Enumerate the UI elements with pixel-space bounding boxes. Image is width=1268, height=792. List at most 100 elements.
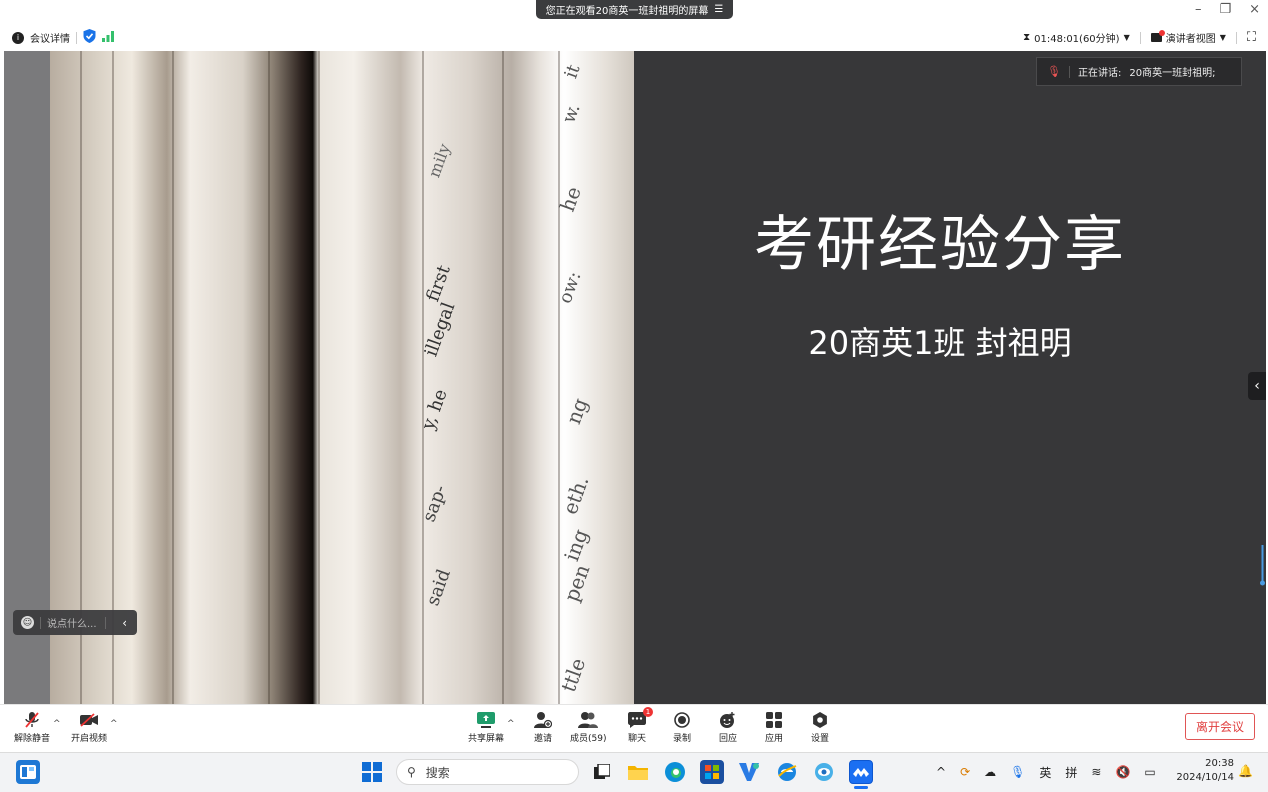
share-screen-icon <box>475 709 497 731</box>
slide-panel <box>634 51 1266 704</box>
battery-icon[interactable]: ▭ <box>1144 765 1155 779</box>
members-button[interactable]: 成员(59) <box>570 709 606 744</box>
app-icon[interactable] <box>812 760 836 784</box>
taskbar-search-box[interactable]: ⚲ 搜索 <box>396 759 579 785</box>
close-button[interactable]: × <box>1249 2 1260 17</box>
book-word: first <box>422 262 455 305</box>
wifi-icon[interactable]: ≋ <box>1091 765 1101 779</box>
page-edge <box>318 51 320 704</box>
notification-bell-icon[interactable]: 🔔 <box>1238 764 1253 778</box>
page-edge <box>268 51 270 704</box>
restore-button[interactable]: ❐ <box>1219 2 1231 17</box>
expand-panel-button[interactable]: ‹ <box>1248 372 1266 400</box>
chevron-up-icon[interactable]: ^ <box>936 765 946 779</box>
volume-muted-icon[interactable]: 🔇 <box>1115 765 1130 779</box>
book-word: mily <box>424 141 455 180</box>
quick-chat-input[interactable]: ☺ 说点什么... ‹ <box>13 610 137 635</box>
share-screen-label: 共享屏幕 <box>468 734 505 744</box>
slide-title: 考研经验分享 <box>754 210 1126 280</box>
meeting-details-link[interactable]: 会议详情 <box>30 30 70 45</box>
record-button[interactable]: 录制 <box>671 709 693 744</box>
file-explorer-icon[interactable] <box>626 760 650 784</box>
reaction-icon <box>717 709 739 731</box>
app-icon[interactable] <box>737 760 761 784</box>
windows-start-icon[interactable] <box>360 760 384 784</box>
emoji-icon[interactable]: ☺ <box>21 616 34 629</box>
share-screen-button[interactable]: 共享屏幕 <box>468 709 504 744</box>
list-icon[interactable]: ☰ <box>714 4 723 15</box>
taskbar-clock[interactable]: 20:38 2024/10/14 <box>1176 757 1234 785</box>
leave-meeting-button[interactable]: 离开会议 <box>1185 713 1255 740</box>
ime-mode[interactable]: 拼 <box>1065 764 1077 781</box>
hourglass-icon: ⧗ <box>1023 32 1031 43</box>
chat-label: 聊天 <box>627 734 646 744</box>
unmute-label: 解除静音 <box>14 734 51 744</box>
book-pages-image: it w. mily he ow: first illegal ng y, he… <box>50 51 634 704</box>
invite-label: 邀请 <box>533 734 552 744</box>
apps-button[interactable]: 应用 <box>763 709 785 744</box>
unmute-button[interactable]: 解除静音 <box>14 709 50 744</box>
info-icon[interactable]: i <box>12 31 24 44</box>
presenter-view-button[interactable]: 演讲者视图 ▼ <box>1150 30 1226 45</box>
signal-icon[interactable] <box>102 30 114 45</box>
stage-margin <box>4 51 50 704</box>
ie-browser-icon[interactable] <box>775 760 799 784</box>
record-icon <box>671 709 693 731</box>
screen-share-banner[interactable]: 您正在观看20商英一班封祖明的屏幕 ☰ <box>536 0 733 19</box>
chat-button[interactable]: 1 聊天 <box>626 707 653 744</box>
book-word: it <box>560 61 585 82</box>
chevron-left-icon: ‹ <box>1254 378 1260 394</box>
chevron-down-icon: ▼ <box>1123 33 1130 42</box>
invite-icon <box>532 709 554 731</box>
invite-button[interactable]: 邀请 <box>532 709 554 744</box>
clock-time: 20:38 <box>1205 758 1234 769</box>
chevron-left-icon[interactable]: ‹ <box>112 616 137 630</box>
window-controls: – ❐ × <box>1195 2 1260 17</box>
speaking-label: 正在讲话: <box>1077 68 1122 79</box>
sync-icon[interactable]: ⟳ <box>960 765 970 779</box>
reactions-label: 回应 <box>718 734 737 744</box>
start-video-button[interactable]: 开启视频 <box>71 709 107 744</box>
page-edge <box>422 51 424 704</box>
clock-date: 2024/10/14 <box>1176 772 1234 783</box>
chevron-down-icon: ▼ <box>1219 33 1226 42</box>
chat-placeholder: 说点什么... <box>47 619 97 630</box>
record-label: 录制 <box>672 734 691 744</box>
page-edge <box>112 51 114 704</box>
video-off-icon <box>78 709 100 731</box>
task-view-icon[interactable] <box>590 760 614 784</box>
chevron-up-icon[interactable]: ^ <box>53 719 61 729</box>
apps-icon <box>763 709 785 731</box>
members-icon <box>577 709 599 731</box>
presenter-view-label: 演讲者视图 <box>1165 34 1216 45</box>
page-edge <box>558 51 560 704</box>
presenter-view-icon <box>1150 30 1165 42</box>
chevron-up-icon[interactable]: ^ <box>507 719 515 729</box>
reactions-button[interactable]: 回应 <box>717 709 739 744</box>
divider <box>40 616 41 629</box>
timer-text: 01:48:01(60分钟) <box>1034 34 1120 45</box>
book-word: ttle <box>556 654 591 696</box>
fullscreen-icon[interactable]: ⛶ <box>1247 30 1256 45</box>
book-word: w. <box>558 100 585 127</box>
speaking-name: 20商英一班封祖明; <box>1129 68 1216 79</box>
chat-unread-badge: 1 <box>643 707 653 717</box>
active-app-indicator <box>854 786 868 789</box>
microphone-icon[interactable]: 🎙 <box>1010 765 1025 779</box>
edge-browser-icon[interactable] <box>663 760 687 784</box>
minimize-button[interactable]: – <box>1195 2 1202 17</box>
meeting-timer[interactable]: ⧗ 01:48:01(60分钟) ▼ <box>1023 30 1130 45</box>
shield-icon[interactable] <box>83 29 96 46</box>
book-word: said <box>422 566 455 609</box>
mic-muted-icon: 🎙 <box>1047 65 1061 78</box>
book-word: pen <box>559 561 595 605</box>
ime-language[interactable]: 英 <box>1039 764 1051 781</box>
chevron-up-icon[interactable]: ^ <box>110 719 118 729</box>
shared-screen-stage: it w. mily he ow: first illegal ng y, he… <box>4 51 1266 704</box>
tencent-meeting-icon[interactable] <box>849 760 873 784</box>
cloud-off-icon[interactable]: ☁ <box>984 765 996 779</box>
widgets-icon[interactable] <box>16 760 40 784</box>
scroll-indicator[interactable] <box>1260 545 1265 587</box>
store-icon[interactable] <box>700 760 724 784</box>
settings-button[interactable]: 设置 <box>809 709 831 744</box>
